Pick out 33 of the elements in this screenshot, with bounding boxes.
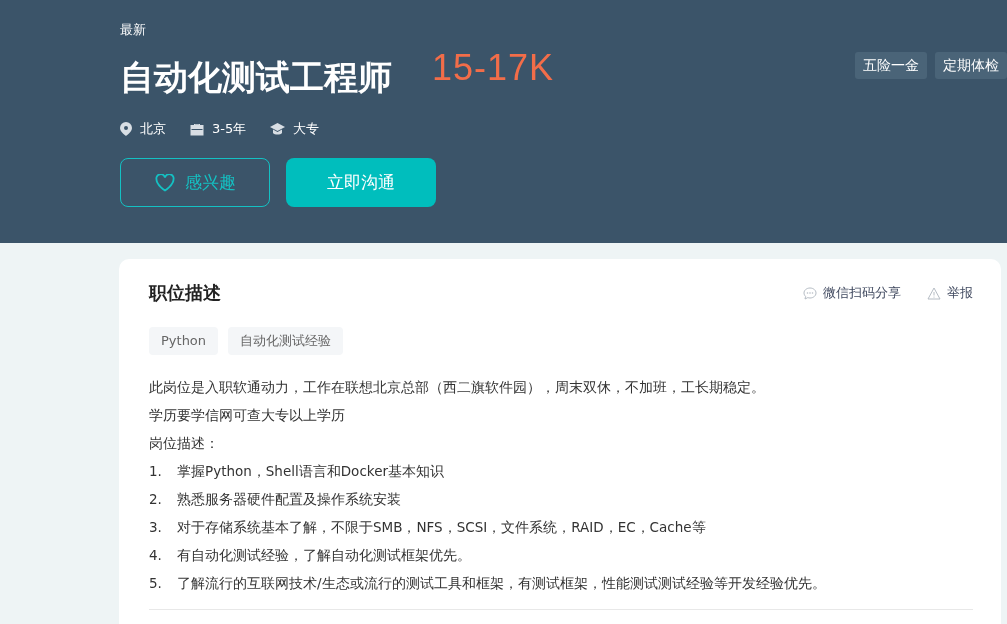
list-item-text: 了解流行的互联网技术/生态或流行的测试工具和框架，有测试框架，性能测试测试经验等开发经验优先。 xyxy=(177,574,826,593)
share-link[interactable]: 微信扫码分享 xyxy=(803,284,901,302)
benefit-tag: 定期体检 xyxy=(935,52,1007,79)
meta-text: 3-5年 xyxy=(212,120,247,138)
salary: 15-17K xyxy=(432,50,555,86)
briefcase-icon xyxy=(190,122,204,136)
description-text: 学历要学信网可查大专以上学历 xyxy=(149,406,346,425)
job-title: 自动化测试工程师 xyxy=(120,56,392,99)
warning-icon xyxy=(927,286,941,300)
graduation-cap-icon xyxy=(270,122,286,136)
heart-icon xyxy=(154,173,175,192)
list-item-text: 有自动化测试经验，了解自动化测试框架优先。 xyxy=(177,546,471,565)
list-item-text: 掌握Python，Shell语言和Docker基本知识 xyxy=(177,462,444,481)
report-link[interactable]: 举报 xyxy=(927,284,973,302)
chat-bubble-icon xyxy=(803,286,817,300)
skill-tag: Python xyxy=(149,327,219,355)
list-number: 3. xyxy=(149,518,163,537)
section-title: 职位描述 xyxy=(149,281,221,305)
benefit-tag: 五险一金 xyxy=(855,52,927,79)
newest-label: 最新 xyxy=(120,21,147,39)
list-number: 4. xyxy=(149,546,163,565)
interest-button[interactable]: 感兴趣 xyxy=(120,158,270,207)
list-number: 2. xyxy=(149,490,163,509)
list-number: 1. xyxy=(149,462,163,481)
meta-text: 大专 xyxy=(293,120,320,138)
meta-text: 北京 xyxy=(140,120,166,138)
list-item-text: 熟悉服务器硬件配置及操作系统安装 xyxy=(177,490,401,509)
list-item-text: 对于存储系统基本了解，不限于SMB，NFS，SCSI，文件系统，RAID，EC，Cache等 xyxy=(177,518,706,537)
description-text: 岗位描述： xyxy=(149,434,220,453)
description-text: 此岗位是入职软通动力，工作在联想北京总部（西二旗软件园），周末双休，不加班，工长期稳定。 xyxy=(149,378,766,397)
location-pin-icon xyxy=(120,122,132,136)
list-number: 5. xyxy=(149,574,163,593)
skill-tag: 自动化测试经验 xyxy=(228,327,344,355)
